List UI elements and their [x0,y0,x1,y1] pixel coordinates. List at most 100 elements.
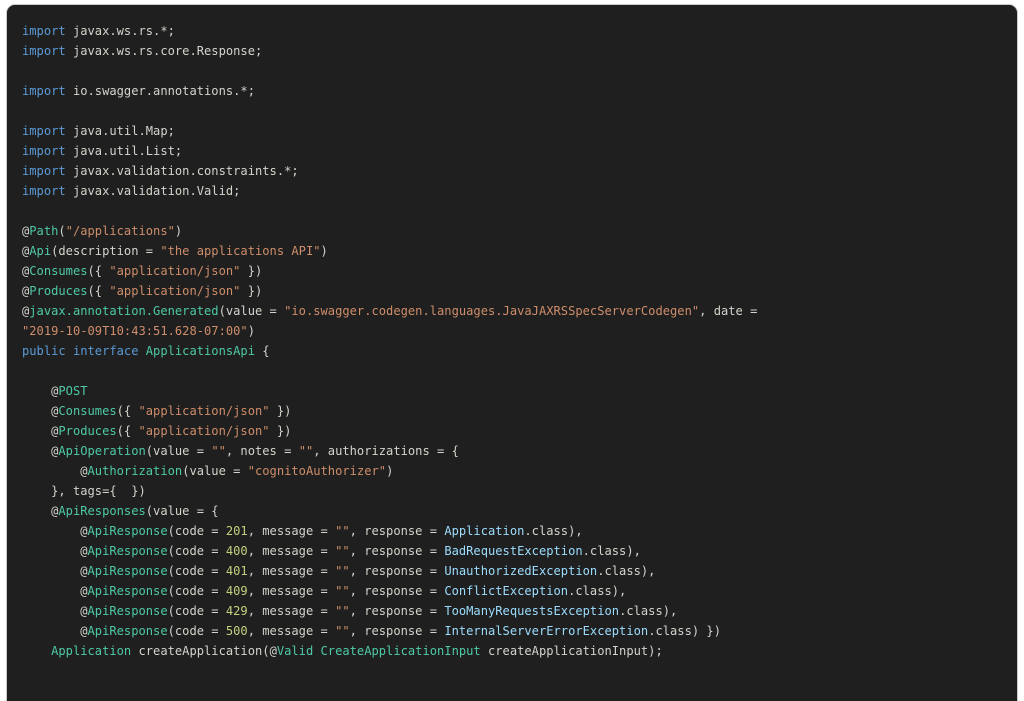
java-code-block[interactable]: import javax.ws.rs.*; import javax.ws.rs.… [7,5,1017,661]
code-token: ({ [87,264,110,278]
code-token: (code = [167,524,226,538]
code-token: javax.validation.Valid; [65,184,241,198]
code-token: ) [174,224,183,238]
screenshot-root: import javax.ws.rs.*; import javax.ws.rs.… [0,0,1024,701]
code-token: io.swagger.annotations.*; [65,84,255,98]
code-token: { [255,344,270,358]
code-token: "application/json" [138,424,270,438]
code-token: POST [58,384,88,398]
code-token: "" [335,544,350,558]
code-token: javax.validation.constraints.*; [65,164,299,178]
code-line: import java.util.List; [22,141,1017,161]
code-line: import javax.ws.rs.*; [22,21,1017,41]
code-token: @ [80,564,88,578]
code-token: , response = [349,564,445,578]
code-token: javax.annotation.Generated [29,304,219,318]
code-token: UnauthorizedException [444,564,598,578]
code-token: "the applications API" [160,244,321,258]
code-token: "" [298,444,314,458]
code-line: "2019-10-09T10:43:51.628-07:00") [22,321,1017,341]
code-token: TooManyRequestsException [444,604,620,618]
code-token: "/applications" [65,224,175,238]
code-token: (description = [51,244,161,258]
code-token: , message = [247,544,336,558]
code-token: "application/json" [109,264,241,278]
code-token: Authorization [87,464,183,478]
code-token: ) [386,464,394,478]
code-panel: import javax.ws.rs.*; import javax.ws.rs.… [6,4,1018,701]
code-line: @Produces({ "application/json" }) [22,281,1017,301]
code-line: @ApiResponse(code = 500, message = "", r… [22,621,1017,641]
code-token: , message = [247,584,336,598]
code-token: ApiResponses [58,504,146,518]
code-token: }) [269,404,292,418]
code-token: Path [29,224,59,238]
code-token: "application/json" [109,284,241,298]
code-token: .class), [597,564,656,578]
code-token: .class), [582,544,641,558]
code-token: ( [58,224,66,238]
code-token: Api [29,244,52,258]
code-token: Produces [29,284,88,298]
code-line: @POST [22,381,1017,401]
code-token: }) [240,264,263,278]
code-token: Consumes [29,264,88,278]
code-token: ApiOperation [58,444,146,458]
code-line: @ApiResponse(code = 201, message = "", r… [22,521,1017,541]
code-token: (value = [182,464,248,478]
code-token: @ [80,604,88,618]
code-token: , message = [247,604,336,618]
code-line: Application createApplication(@Valid Cre… [22,641,1017,661]
code-token: java.util.Map; [65,124,175,138]
code-token: import [22,124,66,138]
code-token: "" [335,584,350,598]
code-token: "" [335,624,350,638]
code-token: import [22,184,66,198]
code-token: javax.ws.rs.*; [65,24,175,38]
code-token: }) [269,424,292,438]
code-token: @ [80,584,88,598]
code-token: import [22,44,66,58]
code-token: createApplicationInput); [480,644,663,658]
code-token: }) [240,284,263,298]
code-token: "2019-10-09T10:43:51.628-07:00" [22,324,248,338]
code-line: }, tags={ }) [22,481,1017,501]
code-token: 429 [225,604,248,618]
code-token: 400 [225,544,248,558]
code-token: interface [72,344,139,358]
code-token: }, tags={ }) [22,484,146,498]
code-token: Application [444,524,525,538]
code-token: , authorizations = { [313,444,459,458]
code-line: import io.swagger.annotations.*; [22,81,1017,101]
code-token: ApiResponse [87,524,168,538]
code-token: ApiResponse [87,624,168,638]
code-token: ApiResponse [87,564,168,578]
code-token: .class), [568,584,627,598]
code-token: @ [80,464,88,478]
code-token: @ [80,544,88,558]
code-surface[interactable]: import javax.ws.rs.*; import javax.ws.rs.… [7,5,1017,701]
code-line: public interface ApplicationsApi { [22,341,1017,361]
code-token: , message = [247,564,336,578]
code-token: "application/json" [138,404,270,418]
code-line: import javax.validation.Valid; [22,181,1017,201]
code-token: "io.swagger.codegen.languages.JavaJAXRSS… [284,304,700,318]
code-token: , response = [349,544,445,558]
code-line: @Consumes({ "application/json" }) [22,261,1017,281]
code-token: Application [51,644,132,658]
code-token: import [22,164,66,178]
code-token: @ [269,644,277,658]
code-token: import [22,24,66,38]
code-token: import [22,144,66,158]
code-token: "" [211,444,226,458]
